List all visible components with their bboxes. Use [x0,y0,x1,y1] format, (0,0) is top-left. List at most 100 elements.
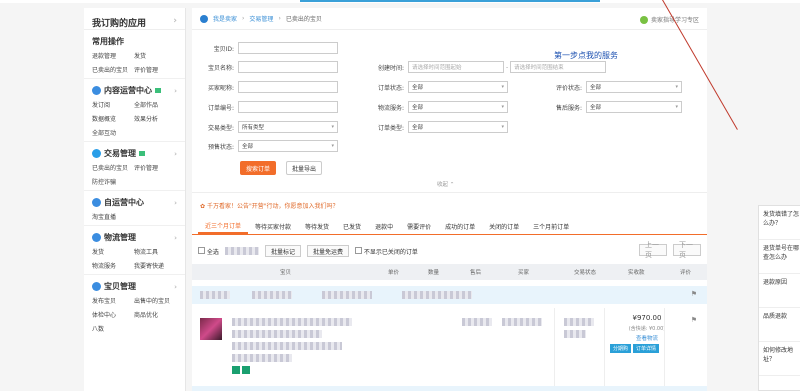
after-sale-select[interactable]: 全部 ▾ [586,101,682,113]
sidebar-item[interactable]: 体检中心 [92,310,134,319]
sidebar-item[interactable]: 效果分析 [134,114,180,123]
chevron-down-icon: ▾ [675,84,678,90]
chevron-down-icon: ▾ [501,84,504,90]
select-all-checkbox[interactable] [198,246,205,254]
field-logistics: 物流服务: 全部 ▾ [352,101,508,113]
trade-type-select[interactable]: 所有类型 ▾ [238,121,338,133]
item-name-input[interactable] [238,61,338,73]
batch-free-ship-button[interactable]: 批量免运费 [306,245,349,257]
header-item: 宝贝 [280,270,292,276]
tab-recent-3-months[interactable]: 近三个月订单 [198,218,249,234]
section-heading[interactable]: 宝贝管理 [104,281,136,292]
prev-page-button[interactable]: 上一页 [639,241,667,259]
sidebar-item[interactable]: 商品优化 [134,310,180,319]
sidebar-item[interactable]: 我要寄快递 [134,261,180,270]
flag-icon[interactable]: ⚑ [691,316,697,324]
blurred-control[interactable] [224,247,259,255]
select-all-control[interactable]: 全选 [198,246,219,256]
sidebar-item[interactable]: 八数 [92,324,134,333]
tab-awaiting-shipment[interactable]: 等待发货 [298,218,336,234]
sidebar-item[interactable]: 发布宝贝 [92,296,134,305]
field-order-no: 订单编号: [196,101,338,113]
tab-need-review[interactable]: 需要评价 [400,218,438,234]
truck-icon [92,233,101,242]
sidebar-item-eval[interactable]: 评价管理 [134,65,180,74]
select-all-label: 全选 [206,248,219,256]
item-id-input[interactable] [238,42,338,54]
sidebar-title[interactable]: 我订购的应用 › [84,8,185,30]
hide-closed-checkbox[interactable] [354,246,362,254]
order-tag[interactable]: 订单详情 [633,344,660,353]
buyer-input[interactable] [238,81,338,93]
hide-closed-control[interactable]: 不显示已关闭的订单 [354,246,418,256]
batch-mark-button[interactable]: 批量标记 [264,245,301,257]
section-heading[interactable]: 内容运营中心 [104,85,152,96]
sidebar-item[interactable]: 发订阅 [92,100,134,109]
sidebar-item[interactable]: 发货 [92,247,134,256]
field-item-id: 宝贝ID: [196,42,338,54]
sidebar-section-common: 常用操作 退款管理 发货 已卖出的宝贝 评价管理 [84,30,185,79]
order-status-select[interactable]: 全部 ▾ [408,81,508,93]
presale-select[interactable]: 全部 ▾ [238,140,338,152]
batch-export-button[interactable]: 批量导出 [286,161,322,175]
breadcrumb-item[interactable]: 我是卖家 [213,14,237,23]
eval-status-select[interactable]: 全部 ▾ [586,81,682,93]
sidebar-item-ship[interactable]: 发货 [134,51,180,60]
field-label: 订单编号: [207,104,234,112]
section-heading[interactable]: 交易管理 [104,148,136,159]
section-heading: 常用操作 [92,37,124,46]
select-value: 全部 [412,85,424,91]
tab-refunding[interactable]: 退款中 [368,218,400,234]
tab-closed[interactable]: 关闭的订单 [482,218,526,234]
blurred-text [232,330,322,338]
next-page-button[interactable]: 下一页 [673,241,701,259]
top-strip [0,0,800,3]
chevron-down-icon: ▾ [675,104,678,110]
field-label: 评价状态: [555,84,582,92]
order-type-select[interactable]: 全部 ▾ [408,121,508,133]
chat-suggestion[interactable]: 品质退款 [759,308,800,342]
sidebar-item-refund[interactable]: 退款管理 [92,51,134,60]
chat-suggestion[interactable]: 退款原因 [759,274,800,308]
tab-shipped[interactable]: 已发货 [336,218,368,234]
sidebar-title-label: 我订购的应用 [92,19,147,29]
time-end-input[interactable]: 请选择时间范围结束 [510,61,607,73]
flag-icon[interactable]: ⚑ [691,290,697,298]
sidebar-item[interactable]: 全部互动 [92,128,134,137]
sidebar-item[interactable]: 出售中的宝贝 [134,296,180,305]
sidebar-item[interactable]: 淘宝直播 [92,212,134,221]
sidebar-item[interactable]: 防控诈骗 [92,177,134,186]
field-label: 售后服务: [555,104,582,112]
sidebar-item[interactable]: 数据概览 [92,114,134,123]
blurred-text [232,318,352,326]
help-link[interactable]: 卖家指导学习专区 [639,15,699,24]
notice-banner[interactable]: ✿ 千万看家！公告"开营"行动，你愿意加入我们吗？ [200,201,338,210]
sidebar-item[interactable]: 全部作品 [134,100,180,109]
order-no-input[interactable] [238,101,338,113]
tab-success[interactable]: 成功的订单 [438,218,482,234]
chat-suggestion[interactable]: 如何修改地址？ [759,342,800,376]
sidebar-item-sold[interactable]: 已卖出的宝贝 [92,65,134,74]
main-panel: 我是卖家 › 交易管理 › 已卖出的宝贝 卖家指导学习专区 宝贝ID: 宝贝名称… [192,8,707,391]
sidebar-item[interactable]: 已卖出的宝贝 [92,163,134,172]
time-start-input[interactable]: 请选择时间范围起始 [408,61,504,73]
section-heading[interactable]: 物流管理 [104,232,136,243]
search-orders-button[interactable]: 搜索订单 [240,161,276,175]
breadcrumb-item[interactable]: 交易管理 [249,14,273,23]
blurred-text [322,291,372,299]
chevron-right-icon: › [174,86,177,95]
sidebar-section-trade: 交易管理 › 已卖出的宝贝 评价管理 防控诈骗 [84,142,185,191]
sidebar-item[interactable]: 评价管理 [134,163,180,172]
sidebar-item[interactable]: 物流服务 [92,261,134,270]
chat-suggestion[interactable]: 退货单号在哪查怎么办 [759,240,800,274]
product-thumbnail[interactable] [200,318,222,340]
chat-suggestion[interactable]: 发货填错了怎么办？ [759,206,800,240]
sidebar-item[interactable]: 物流工具 [134,247,180,256]
order-tag[interactable]: 分期购 [610,344,632,353]
tab-older-orders[interactable]: 三个月前订单 [526,218,576,234]
field-create-time: 创建时间: 请选择时间范围起始 - 请选择时间范围结束 [352,61,607,73]
section-heading[interactable]: 自运营中心 [104,197,144,208]
logistics-select[interactable]: 全部 ▾ [408,101,508,113]
tab-awaiting-payment[interactable]: 等待买家付款 [248,218,298,234]
collapse-toggle[interactable]: 收起 ⌃ [437,180,454,188]
